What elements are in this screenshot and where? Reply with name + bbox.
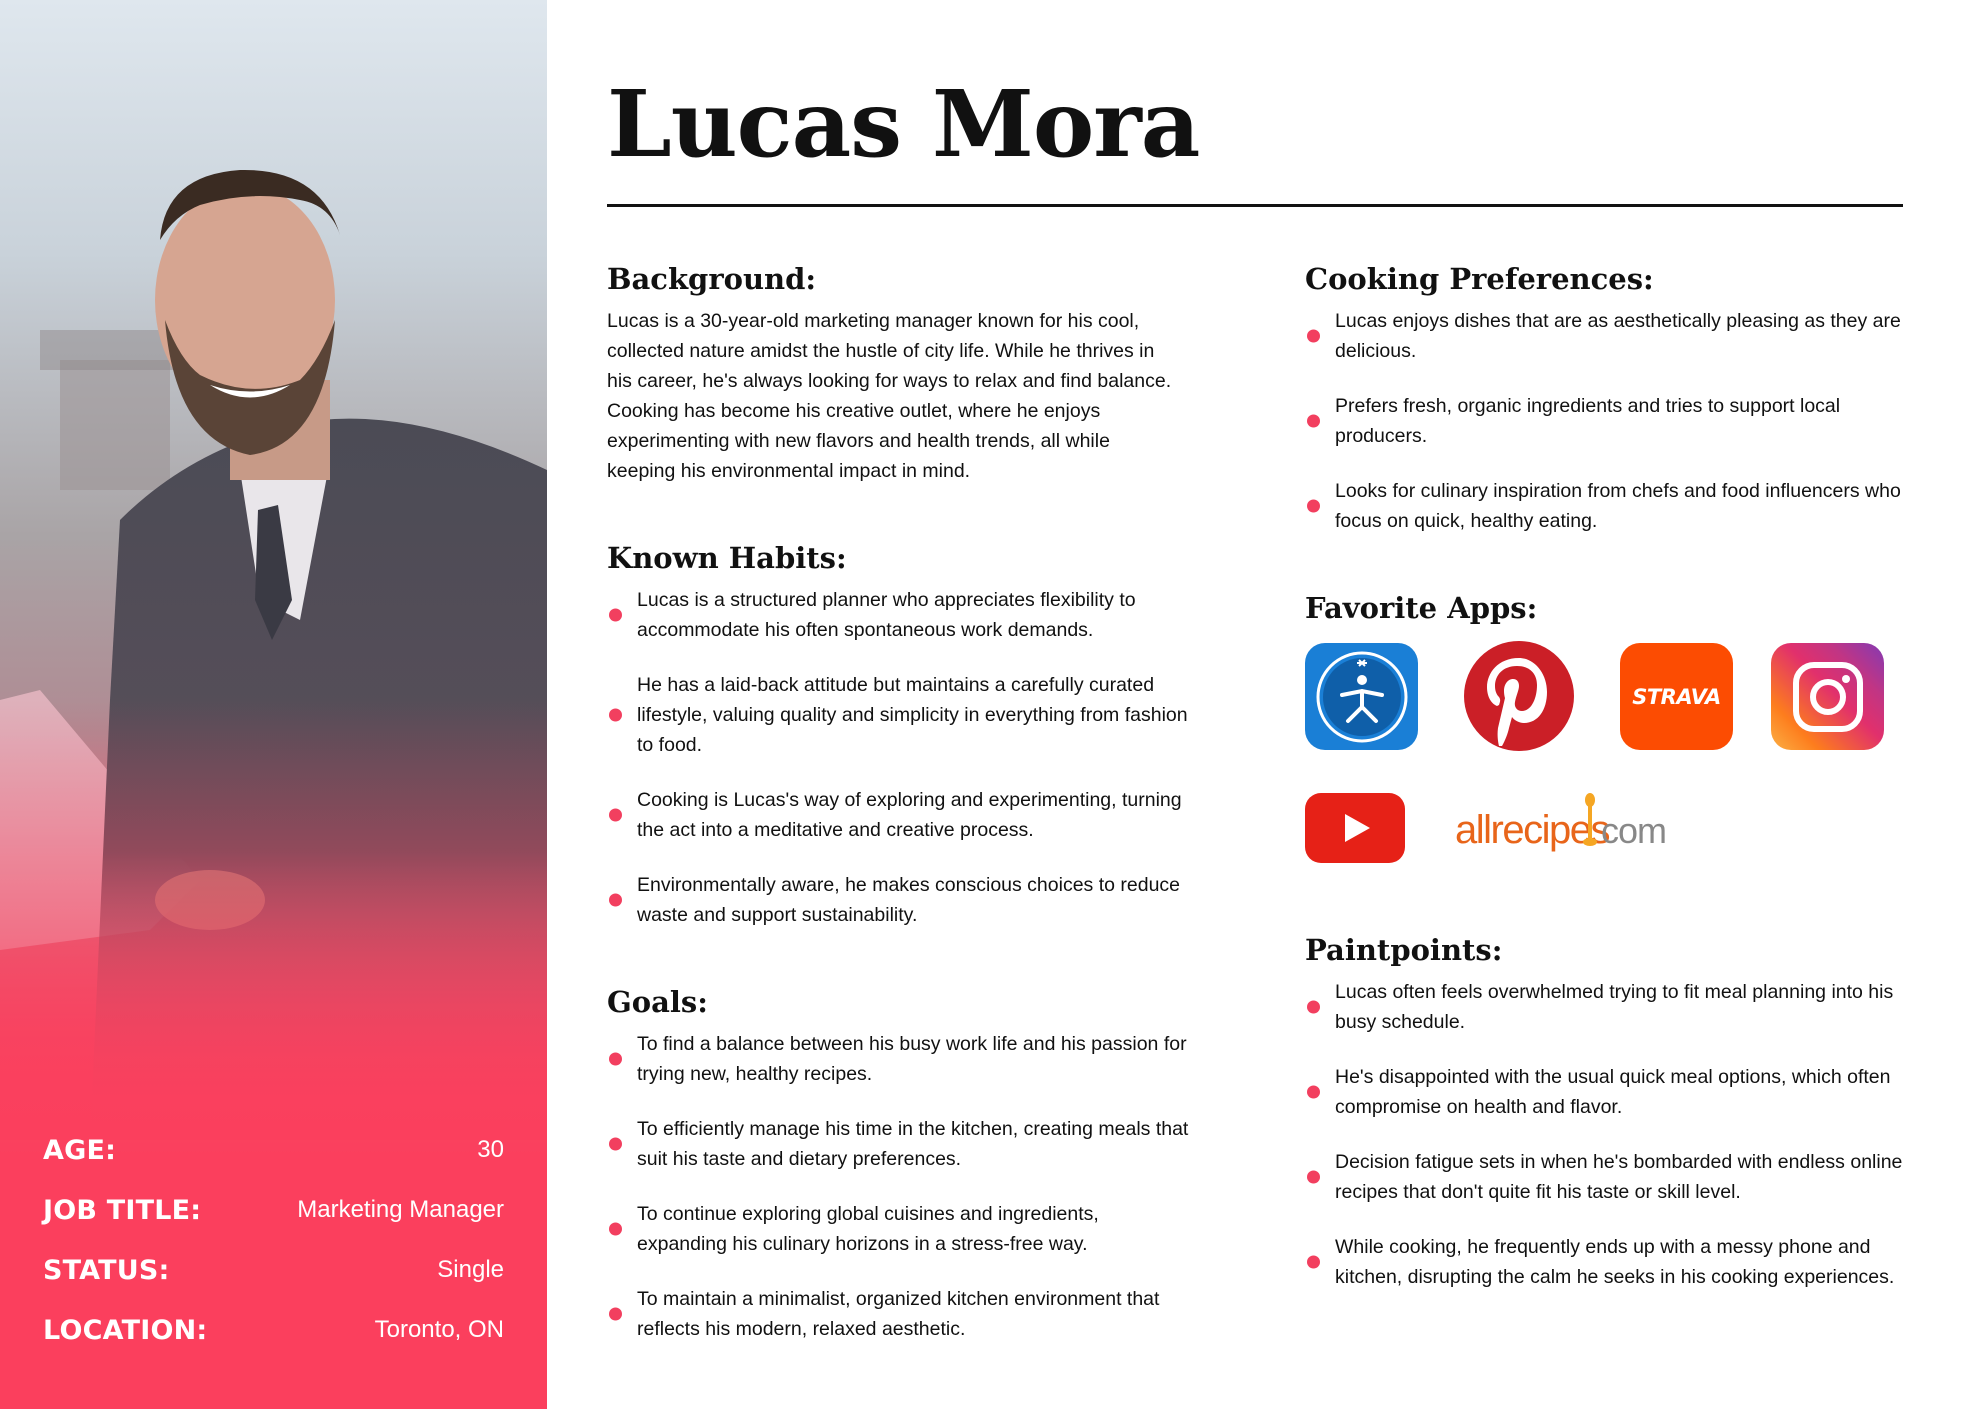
persona-photo-panel: AGE: 30 JOB TITLE: Marketing Manager STA…	[0, 0, 547, 1409]
goal-text: To find a balance between his busy work …	[637, 1033, 1187, 1085]
list-item: To efficiently manage his time in the ki…	[607, 1114, 1192, 1174]
bullet-dot	[609, 708, 622, 722]
habit-text: He has a laid-back attitude but maintain…	[637, 674, 1188, 756]
apps-heading: Favorite Apps:	[1305, 591, 1538, 625]
myfitnesspal-icon[interactable]	[1305, 643, 1418, 750]
list-item: Environmentally aware, he makes consciou…	[607, 870, 1192, 930]
bullet-dot	[1307, 1255, 1320, 1269]
instagram-icon[interactable]	[1771, 643, 1884, 750]
bullet-dot	[1307, 329, 1320, 343]
bullet-dot	[1307, 1000, 1320, 1014]
stat-status: STATUS: Single	[43, 1240, 504, 1300]
goals-heading: Goals:	[607, 985, 708, 1019]
stat-label: LOCATION:	[43, 1314, 208, 1346]
stat-location: LOCATION: Toronto, ON	[43, 1300, 504, 1360]
list-item: To maintain a minimalist, organized kitc…	[607, 1284, 1192, 1344]
youtube-icon[interactable]	[1305, 793, 1405, 868]
persona-stats: AGE: 30 JOB TITLE: Marketing Manager STA…	[43, 1120, 504, 1360]
painpoints-heading: Paintpoints:	[1305, 933, 1503, 967]
instagram-glyph	[1792, 661, 1863, 732]
apps-grid: STRAVA allrecipes com	[1305, 640, 1885, 893]
strava-label: STRAVA	[1632, 684, 1721, 709]
stat-value: 30	[477, 1136, 504, 1163]
left-column: Background: Lucas is a 30-year-old marke…	[607, 262, 1207, 1399]
list-item: Lucas enjoys dishes that are as aestheti…	[1305, 306, 1905, 366]
goal-text: To continue exploring global cuisines an…	[637, 1203, 1099, 1255]
list-item: While cooking, he frequently ends up wit…	[1305, 1232, 1905, 1292]
pinterest-glyph	[1464, 641, 1574, 751]
cooking-heading: Cooking Preferences:	[1305, 262, 1654, 296]
stat-label: AGE:	[43, 1134, 117, 1166]
allrecipes-logo[interactable]: allrecipes com	[1455, 788, 1667, 873]
bullet-dot	[609, 1307, 622, 1321]
background-heading: Background:	[607, 262, 817, 296]
header-divider	[607, 204, 1903, 207]
bullet-dot	[1307, 1170, 1320, 1184]
bullet-dot	[1307, 414, 1320, 428]
bullet-dot	[609, 893, 622, 907]
painpoint-text: While cooking, he frequently ends up wit…	[1335, 1236, 1895, 1288]
list-item: He's disappointed with the usual quick m…	[1305, 1062, 1905, 1122]
painpoint-text: Lucas often feels overwhelmed trying to …	[1335, 981, 1894, 1033]
bullet-dot	[1307, 1085, 1320, 1099]
persona-photo	[0, 169, 547, 1140]
stat-value: Single	[437, 1256, 504, 1283]
habit-text: Cooking is Lucas's way of exploring and …	[637, 789, 1182, 841]
bullet-dot	[1307, 499, 1320, 513]
bullet-dot	[609, 608, 622, 622]
painpoint-text: Decision fatigue sets in when he's bomba…	[1335, 1151, 1903, 1203]
goal-text: To maintain a minimalist, organized kitc…	[637, 1288, 1160, 1340]
list-item: He has a laid-back attitude but maintain…	[607, 670, 1192, 760]
myfitnesspal-glyph	[1316, 651, 1407, 742]
background-section: Background: Lucas is a 30-year-old marke…	[607, 262, 1207, 486]
youtube-glyph	[1305, 793, 1405, 863]
allrecipes-wordmark: allrecipes	[1455, 808, 1609, 852]
pinterest-icon[interactable]	[1463, 640, 1575, 757]
background-text: Lucas is a 30-year-old marketing manager…	[607, 310, 1172, 482]
apps-section: Favorite Apps: STRAVA allrecipes com	[1305, 591, 1905, 893]
habits-section: Known Habits: Lucas is a structured plan…	[607, 541, 1207, 930]
right-column: Cooking Preferences: Lucas enjoys dishes…	[1305, 262, 1905, 1347]
stat-label: JOB TITLE:	[43, 1194, 202, 1226]
habit-text: Lucas is a structured planner who apprec…	[637, 589, 1136, 641]
stat-age: AGE: 30	[43, 1120, 504, 1180]
persona-name: Lucas Mora	[607, 70, 1200, 178]
bullet-dot	[609, 808, 622, 822]
list-item: Looks for culinary inspiration from chef…	[1305, 476, 1905, 536]
stat-value: Marketing Manager	[297, 1196, 504, 1223]
habits-heading: Known Habits:	[607, 541, 847, 575]
bullet-dot	[609, 1052, 622, 1066]
habit-text: Environmentally aware, he makes consciou…	[637, 874, 1181, 926]
stat-label: STATUS:	[43, 1254, 170, 1286]
cooking-text: Prefers fresh, organic ingredients and t…	[1335, 395, 1841, 447]
goals-section: Goals: To find a balance between his bus…	[607, 985, 1207, 1344]
cooking-text: Looks for culinary inspiration from chef…	[1335, 480, 1901, 532]
list-item: Prefers fresh, organic ingredients and t…	[1305, 391, 1905, 451]
goal-text: To efficiently manage his time in the ki…	[637, 1118, 1189, 1170]
strava-icon[interactable]: STRAVA	[1620, 643, 1733, 750]
stat-job-title: JOB TITLE: Marketing Manager	[43, 1180, 504, 1240]
stat-value: Toronto, ON	[374, 1316, 504, 1343]
bullet-dot	[609, 1222, 622, 1236]
bullet-dot	[609, 1137, 622, 1151]
cooking-section: Cooking Preferences: Lucas enjoys dishes…	[1305, 262, 1905, 536]
painpoint-text: He's disappointed with the usual quick m…	[1335, 1066, 1891, 1118]
list-item: Decision fatigue sets in when he's bomba…	[1305, 1147, 1905, 1207]
list-item: Lucas is a structured planner who apprec…	[607, 585, 1192, 645]
list-item: Cooking is Lucas's way of exploring and …	[607, 785, 1192, 845]
list-item: Lucas often feels overwhelmed trying to …	[1305, 977, 1905, 1037]
list-item: To continue exploring global cuisines an…	[607, 1199, 1192, 1259]
allrecipes-suffix: com	[1601, 810, 1665, 851]
allrecipes-glyph: allrecipes com	[1455, 793, 1667, 852]
list-item: To find a balance between his busy work …	[607, 1029, 1192, 1089]
cooking-text: Lucas enjoys dishes that are as aestheti…	[1335, 310, 1901, 362]
painpoints-section: Paintpoints: Lucas often feels overwhelm…	[1305, 933, 1905, 1292]
